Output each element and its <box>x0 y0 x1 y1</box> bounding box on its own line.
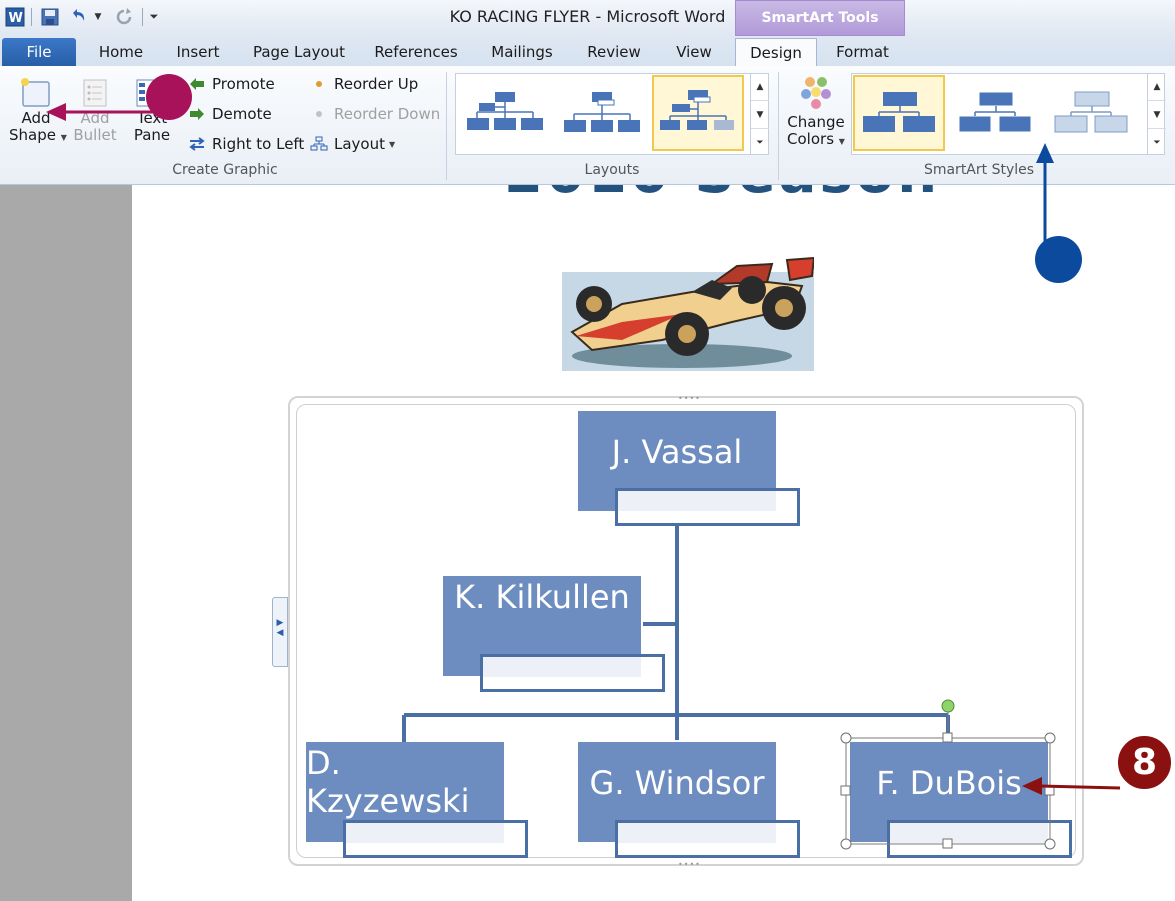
reorder-down-icon <box>310 105 328 123</box>
add-shape-button[interactable]: Add Shape ▼ <box>4 74 68 160</box>
callout-dot-blue <box>1035 236 1082 283</box>
right-to-left-icon <box>188 135 206 153</box>
undo-dropdown-icon[interactable]: ▼ <box>92 6 104 28</box>
frame-handle-bottom[interactable]: •••• <box>678 860 701 869</box>
tab-insert[interactable]: Insert <box>164 38 232 66</box>
scroll-down-icon[interactable]: ▼ <box>1148 101 1166 129</box>
layout-option-1[interactable] <box>459 75 551 151</box>
gallery-expand-icon[interactable]: ⏷ <box>751 129 769 156</box>
title-box-fill <box>483 657 641 677</box>
add-shape-label-line2: Shape <box>9 126 57 144</box>
text-pane-toggle[interactable]: ▶ ◀ <box>272 597 288 667</box>
tab-file[interactable]: File <box>2 38 76 66</box>
style-option-1-selected[interactable] <box>853 75 945 151</box>
heading-clip: 2010 Season <box>132 185 1175 197</box>
svg-text:W: W <box>9 11 23 26</box>
gallery-expand-icon[interactable]: ⏷ <box>1148 129 1166 156</box>
redo-icon[interactable] <box>112 6 136 28</box>
layouts-gallery-scroll[interactable]: ▲ ▼ ⏷ <box>750 73 769 155</box>
promote-button[interactable]: Promote <box>188 72 275 96</box>
layout-option-2[interactable] <box>556 75 648 151</box>
color-palette-icon <box>784 74 848 114</box>
node-label: D. Kzyzewski <box>306 744 470 820</box>
window-title: KO RACING FLYER - Microsoft Word <box>449 7 726 26</box>
document-heading: 2010 Season <box>504 185 940 197</box>
tab-review[interactable]: Review <box>578 38 650 66</box>
document-margin-area <box>0 185 132 901</box>
tab-view[interactable]: View <box>664 38 724 66</box>
step-number-badge: 8 <box>1116 734 1173 791</box>
reorder-down-button[interactable]: Reorder Down <box>310 102 440 126</box>
title-box-fill <box>618 491 776 511</box>
qat-separator <box>142 8 143 26</box>
style-option-3[interactable] <box>1045 75 1137 151</box>
undo-icon[interactable] <box>66 6 90 28</box>
scroll-down-icon[interactable]: ▼ <box>751 101 769 129</box>
org-chart-layout-icon <box>467 92 543 130</box>
race-car-image[interactable] <box>562 252 816 371</box>
add-bullet-label-line1: Add <box>80 109 110 127</box>
half-circle-org-chart-icon <box>660 90 734 130</box>
layouts-group-label: Layouts <box>584 162 640 178</box>
add-shape-label-line1: Add <box>21 109 51 127</box>
title-box-fill <box>618 823 776 843</box>
dropdown-arrow-icon: ▼ <box>389 139 396 149</box>
reorder-up-label: Reorder Up <box>334 75 419 93</box>
customize-qat-icon[interactable]: ⏷ <box>146 6 162 28</box>
smartart-styles-group-label: SmartArt Styles <box>923 162 1035 178</box>
title-box-fill <box>346 823 504 843</box>
tab-design[interactable]: Design <box>735 38 817 66</box>
demote-button[interactable]: Demote <box>188 102 272 126</box>
layout-option-3-selected[interactable] <box>652 75 744 151</box>
node-label: J. Vassal <box>611 433 743 471</box>
flat-style-icon <box>863 92 935 132</box>
tab-references[interactable]: References <box>366 38 466 66</box>
scroll-up-icon[interactable]: ▲ <box>751 73 769 101</box>
reorder-up-button[interactable]: Reorder Up <box>310 72 418 96</box>
add-bullet-button[interactable]: Add Bullet <box>70 74 120 160</box>
scroll-up-icon[interactable]: ▲ <box>1148 73 1166 101</box>
outline-style-icon <box>958 91 1032 133</box>
add-bullet-label-line2: Bullet <box>73 126 117 144</box>
demote-arrow-icon <box>188 105 206 123</box>
create-graphic-group-label: Create Graphic <box>172 162 278 178</box>
change-colors-button[interactable]: Change Colors ▼ <box>784 74 848 160</box>
tab-mailings[interactable]: Mailings <box>480 38 564 66</box>
add-bullet-icon <box>70 76 120 110</box>
layout-label: Layout <box>334 135 385 153</box>
dropdown-arrow-icon: ▼ <box>60 133 67 142</box>
layout-button[interactable]: Layout ▼ <box>310 132 395 156</box>
node-label: G. Windsor <box>589 764 765 802</box>
tab-page-layout[interactable]: Page Layout <box>244 38 354 66</box>
selection-handles[interactable] <box>838 698 1060 858</box>
frame-handle-top[interactable]: •••• <box>678 394 701 403</box>
add-shape-icon <box>4 76 68 110</box>
style-option-2[interactable] <box>949 75 1041 151</box>
change-colors-label-line1: Change <box>787 113 845 131</box>
reorder-down-label: Reorder Down <box>334 105 441 123</box>
reorder-up-icon <box>310 75 328 93</box>
qat-separator <box>31 8 32 26</box>
promote-label: Promote <box>212 75 275 93</box>
styles-gallery-scroll[interactable]: ▲ ▼ ⏷ <box>1147 73 1166 155</box>
node-label: K. Kilkullen <box>454 578 630 616</box>
layout-icon <box>310 135 328 153</box>
tab-format[interactable]: Format <box>820 38 905 66</box>
name-title-org-chart-icon <box>564 92 640 132</box>
subtle-style-icon <box>1054 91 1128 133</box>
group-separator <box>778 72 779 180</box>
dropdown-arrow-icon: ▼ <box>838 137 845 146</box>
callout-dot-magenta <box>146 74 192 120</box>
demote-label: Demote <box>212 105 272 123</box>
word-logo-icon[interactable]: W <box>4 6 26 28</box>
save-icon[interactable] <box>38 6 62 28</box>
text-pane-label-line2: Pane <box>133 126 171 144</box>
right-to-left-button[interactable]: Right to Left <box>188 132 304 156</box>
expand-arrows-icon: ▶ ◀ <box>276 618 284 638</box>
tab-home[interactable]: Home <box>88 38 154 66</box>
right-to-left-label: Right to Left <box>212 135 305 153</box>
change-colors-label-line2: Colors <box>787 130 835 148</box>
group-separator <box>446 72 447 180</box>
